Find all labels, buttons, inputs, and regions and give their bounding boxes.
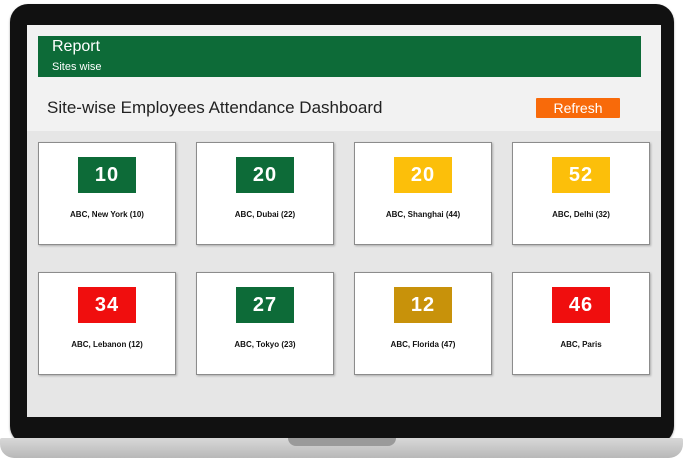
site-card-delhi[interactable]: 52 ABC, Delhi (32) — [512, 142, 650, 245]
site-name-label: ABC, Florida (47) — [390, 340, 456, 349]
report-title: Report — [52, 38, 101, 55]
attendance-count-badge: 52 — [552, 157, 610, 193]
laptop-base-notch — [288, 438, 396, 446]
attendance-count-badge: 10 — [78, 157, 136, 193]
site-card-grid: 10 ABC, New York (10) 20 ABC, Dubai (22)… — [38, 142, 650, 375]
report-subtitle: Sites wise — [52, 61, 102, 73]
site-name-label: ABC, Tokyo (23) — [234, 340, 296, 349]
attendance-count-badge: 20 — [236, 157, 294, 193]
site-card-paris[interactable]: 46 ABC, Paris — [512, 272, 650, 375]
site-card-tokyo[interactable]: 27 ABC, Tokyo (23) — [196, 272, 334, 375]
dashboard-title: Site-wise Employees Attendance Dashboard — [47, 98, 383, 117]
site-card-shanghai[interactable]: 20 ABC, Shanghai (44) — [354, 142, 492, 245]
site-name-label: ABC, Lebanon (12) — [71, 340, 143, 349]
site-name-label: ABC, New York (10) — [70, 210, 144, 219]
site-name-label: ABC, Delhi (32) — [552, 210, 610, 219]
attendance-count-badge: 34 — [78, 287, 136, 323]
attendance-count-badge: 12 — [394, 287, 452, 323]
attendance-count-badge: 20 — [394, 157, 452, 193]
site-card-lebanon[interactable]: 34 ABC, Lebanon (12) — [38, 272, 176, 375]
report-header: Report Sites wise — [38, 36, 641, 77]
site-name-label: ABC, Dubai (22) — [234, 210, 296, 219]
site-name-label: ABC, Shanghai (44) — [385, 210, 461, 219]
site-card-florida[interactable]: 12 ABC, Florida (47) — [354, 272, 492, 375]
refresh-button[interactable]: Refresh — [536, 98, 620, 118]
attendance-count-badge: 27 — [236, 287, 294, 323]
attendance-count-badge: 46 — [552, 287, 610, 323]
site-name-label: ABC, Paris — [560, 340, 602, 349]
site-card-dubai[interactable]: 20 ABC, Dubai (22) — [196, 142, 334, 245]
site-card-new-york[interactable]: 10 ABC, New York (10) — [38, 142, 176, 245]
